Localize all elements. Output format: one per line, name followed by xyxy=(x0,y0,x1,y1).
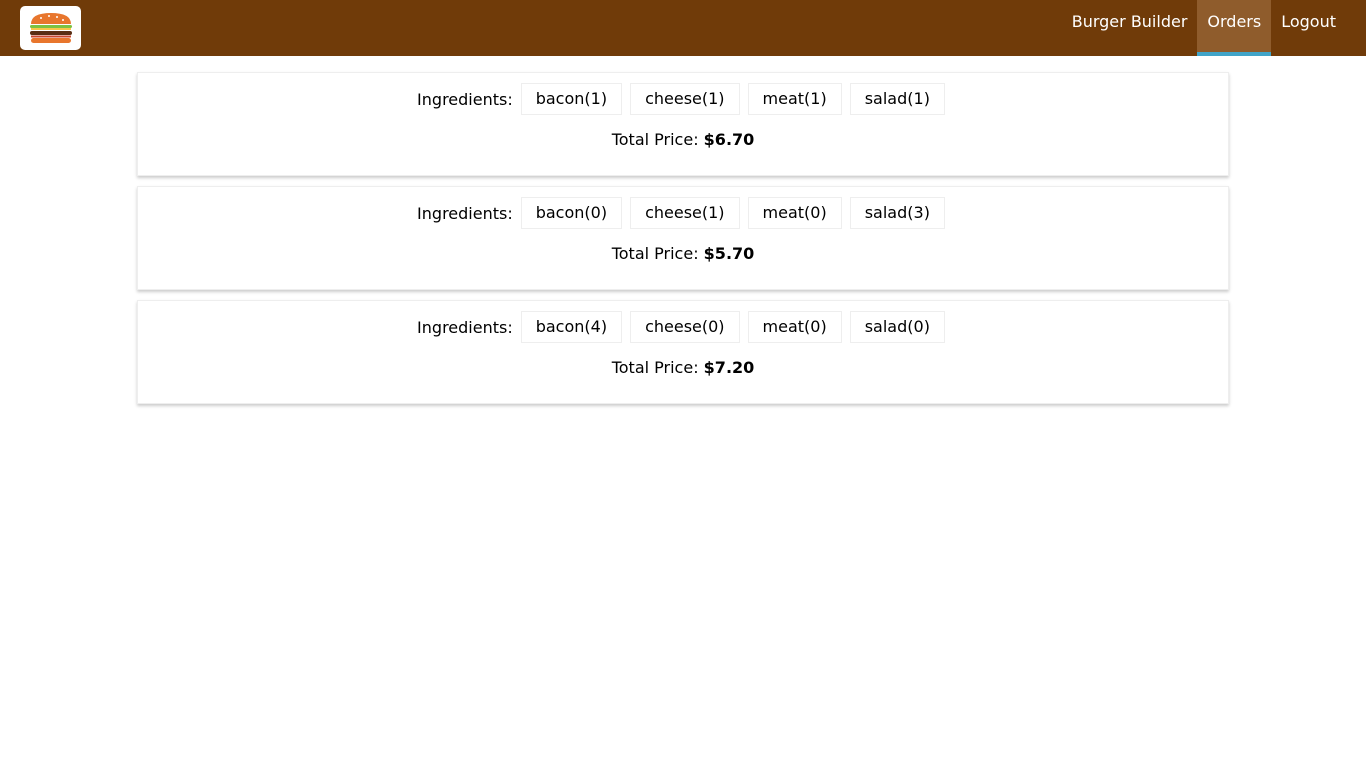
main-nav: Burger Builder Orders Logout xyxy=(1062,0,1366,56)
toolbar: Burger Builder Orders Logout xyxy=(0,0,1366,56)
burger-logo[interactable] xyxy=(20,6,81,50)
ingredient-chip-salad: salad(1) xyxy=(849,83,945,115)
order-card: Ingredients: bacon(1) cheese(1) meat(1) … xyxy=(137,72,1229,176)
ingredient-chip-meat: meat(0) xyxy=(747,311,842,343)
ingredient-chip-bacon: bacon(1) xyxy=(520,83,623,115)
ingredient-chip-cheese: cheese(1) xyxy=(630,197,740,229)
total-price-label: Total Price: xyxy=(611,358,699,377)
ingredient-chip-salad: salad(0) xyxy=(849,311,945,343)
total-price-label: Total Price: xyxy=(611,244,699,263)
nav-orders-label: Orders xyxy=(1207,11,1262,31)
order-card: Ingredients: bacon(4) cheese(0) meat(0) … xyxy=(137,300,1229,404)
nav-logout[interactable]: Logout xyxy=(1271,0,1366,56)
total-price-row: Total Price: $5.70 xyxy=(612,244,755,263)
orders-list: Ingredients: bacon(1) cheese(1) meat(1) … xyxy=(137,72,1229,414)
ingredient-chip-meat: meat(1) xyxy=(747,83,842,115)
nav-burger-builder[interactable]: Burger Builder xyxy=(1062,0,1198,56)
total-price-row: Total Price: $6.70 xyxy=(612,130,755,149)
total-price-value: $5.70 xyxy=(703,244,755,263)
ingredient-chip-bacon: bacon(4) xyxy=(520,311,623,343)
ingredients-row: Ingredients: bacon(1) cheese(1) meat(1) … xyxy=(417,83,949,115)
total-price-value: $6.70 xyxy=(703,130,755,149)
ingredients-label: Ingredients: xyxy=(417,89,513,109)
ingredient-chip-salad: salad(3) xyxy=(849,197,945,229)
ingredients-label: Ingredients: xyxy=(417,317,513,337)
total-price-row: Total Price: $7.20 xyxy=(612,358,755,377)
ingredients-row: Ingredients: bacon(4) cheese(0) meat(0) … xyxy=(417,311,949,343)
nav-logout-label: Logout xyxy=(1281,11,1336,31)
total-price-value: $7.20 xyxy=(703,358,755,377)
ingredient-chip-meat: meat(0) xyxy=(747,197,842,229)
ingredient-chip-cheese: cheese(1) xyxy=(630,83,740,115)
total-price-label: Total Price: xyxy=(611,130,699,149)
burger-icon xyxy=(29,13,72,43)
ingredient-chip-bacon: bacon(0) xyxy=(520,197,623,229)
ingredient-chip-cheese: cheese(0) xyxy=(630,311,740,343)
ingredients-label: Ingredients: xyxy=(417,203,513,223)
nav-burger-builder-label: Burger Builder xyxy=(1071,11,1188,31)
nav-orders[interactable]: Orders xyxy=(1197,0,1272,56)
ingredients-row: Ingredients: bacon(0) cheese(1) meat(0) … xyxy=(417,197,949,229)
order-card: Ingredients: bacon(0) cheese(1) meat(0) … xyxy=(137,186,1229,290)
